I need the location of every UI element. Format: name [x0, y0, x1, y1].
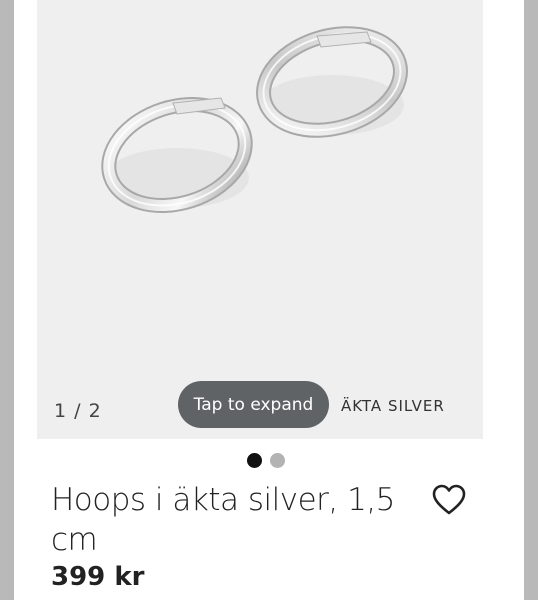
carousel-dots	[247, 453, 285, 468]
product-title: Hoops i äkta silver, 1,5 cm	[51, 482, 395, 558]
carousel-dot-1[interactable]	[247, 453, 262, 468]
carousel-dot-2[interactable]	[270, 453, 285, 468]
product-price: 399 kr	[51, 562, 145, 592]
tap-to-expand-button[interactable]: Tap to expand	[178, 381, 329, 428]
product-image-gallery[interactable]: 1 / 2 Tap to expand ÄKTA SILVER	[37, 0, 483, 439]
material-badge: ÄKTA SILVER	[341, 397, 445, 415]
heart-icon[interactable]	[432, 484, 466, 516]
hoop-earrings-image[interactable]	[37, 0, 483, 439]
image-counter: 1 / 2	[54, 400, 102, 422]
